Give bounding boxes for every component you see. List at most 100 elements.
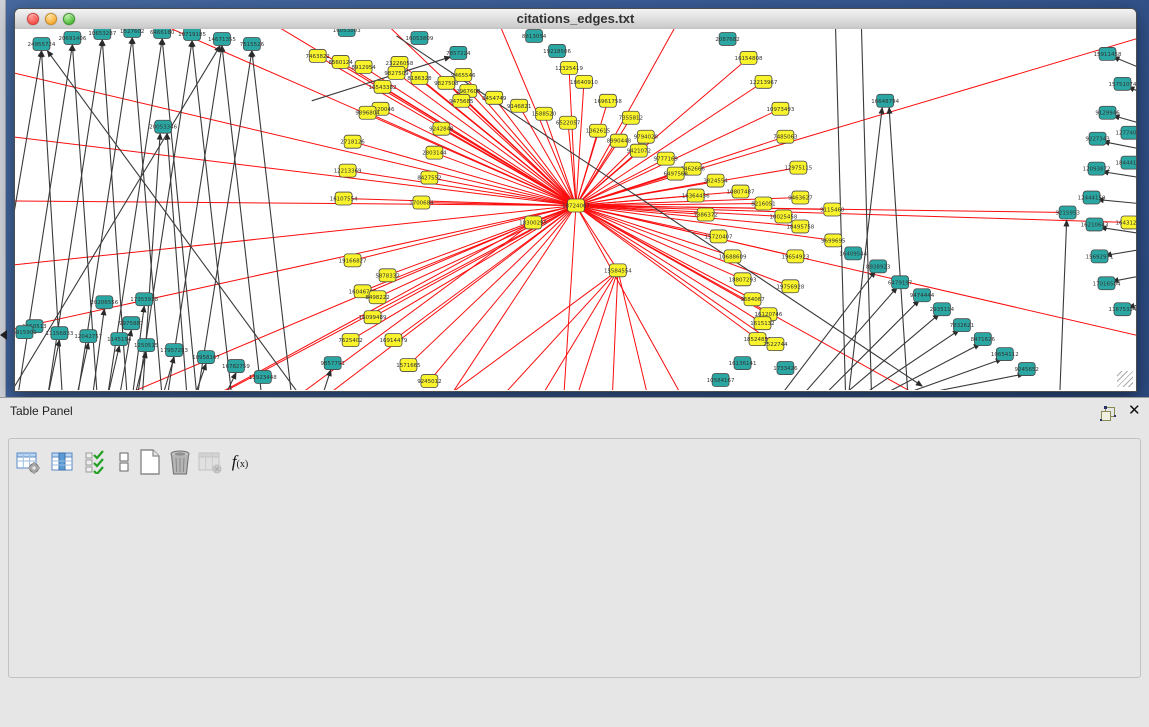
network-node[interactable]: 16543382 [369, 80, 397, 93]
network-node[interactable]: 16364456 [682, 189, 710, 202]
network-node[interactable]: 16914479 [380, 334, 408, 347]
network-node[interactable]: 10584167 [707, 374, 735, 387]
network-node[interactable]: 16154808 [735, 51, 763, 64]
close-icon[interactable]: ✕ [1128, 403, 1141, 419]
network-node[interactable]: 2087682 [715, 32, 739, 45]
network-node[interactable]: 1145194 [107, 333, 132, 346]
network-node[interactable]: 7355812 [619, 111, 643, 124]
network-node[interactable]: 9421072 [627, 144, 651, 157]
network-node[interactable]: 1362615 [586, 124, 610, 137]
network-node[interactable]: 19654923 [781, 250, 809, 263]
network-node[interactable]: 10654112 [991, 348, 1019, 361]
network-node[interactable]: 16409544 [839, 247, 867, 260]
function-builder-icon[interactable]: f(x) [226, 448, 254, 476]
network-node[interactable]: 12923448 [249, 371, 277, 384]
network-node[interactable]: 9857791 [320, 357, 344, 370]
network-node[interactable]: 7515526 [240, 37, 265, 50]
network-node[interactable]: 12213967 [750, 75, 778, 88]
network-node[interactable]: 7463822 [306, 49, 330, 62]
network-node[interactable]: 9245652 [1015, 363, 1039, 376]
float-window-icon[interactable] [1100, 406, 1117, 422]
network-node[interactable]: 9227343 [1085, 132, 1110, 145]
network-node[interactable]: 8454749 [482, 91, 507, 104]
network-node[interactable]: 16782759 [222, 360, 250, 373]
network-node[interactable]: 11675334 [1109, 303, 1136, 316]
network-node[interactable]: 1733426 [773, 362, 798, 375]
network-node[interactable]: 8938923 [866, 260, 891, 273]
network-node[interactable]: 6479197 [888, 276, 913, 289]
network-node[interactable]: 9463627 [788, 191, 813, 204]
network-node[interactable]: 16053809 [406, 31, 434, 44]
resize-grip[interactable] [1117, 371, 1133, 387]
network-node[interactable]: 9129946 [1095, 106, 1120, 119]
network-node[interactable]: 16136141 [729, 357, 757, 370]
network-node[interactable]: 9215953 [1055, 206, 1080, 219]
network-node[interactable]: 16961758 [594, 94, 622, 107]
network-node[interactable]: 16099489 [359, 311, 387, 324]
network-node[interactable]: 24955724 [28, 37, 56, 50]
network-node[interactable]: 2522744 [763, 338, 788, 351]
delete-table-icon[interactable] [166, 448, 194, 476]
network-node[interactable]: 9465546 [451, 68, 476, 81]
network-node[interactable]: 9146821 [507, 99, 531, 112]
column-visibility-icon[interactable] [48, 448, 76, 476]
network-node[interactable]: 8990448 [607, 134, 632, 147]
network-node[interactable]: 1615132 [750, 317, 774, 330]
network-node[interactable]: 5878332 [375, 269, 399, 282]
network-node[interactable]: 16648794 [871, 94, 899, 107]
network-node[interactable]: 8498222 [365, 291, 389, 304]
network-node[interactable]: 2803144 [422, 146, 447, 159]
network-node[interactable]: 16053803 [333, 29, 361, 36]
network-node[interactable]: 9794028 [634, 130, 659, 143]
network-node[interactable]: 8560124 [328, 55, 353, 68]
network-node[interactable]: 10807487 [727, 185, 755, 198]
network-node[interactable]: 20691406 [58, 31, 86, 44]
network-node[interactable]: 10958167 [192, 351, 220, 364]
network-node[interactable]: 9975887 [119, 317, 144, 330]
network-node[interactable]: 9245012 [417, 375, 441, 388]
select-rows-icon[interactable] [82, 448, 110, 476]
network-node[interactable]: 9777169 [654, 152, 679, 165]
network-node[interactable]: 12444159 [1078, 191, 1106, 204]
network-node[interactable]: 12774091 [1116, 126, 1136, 139]
network-node[interactable]: 15692971 [1086, 250, 1114, 263]
network-node[interactable]: 1588520 [532, 107, 557, 120]
network-node[interactable]: 1571665 [396, 359, 420, 372]
network-node[interactable]: 19166827 [339, 254, 367, 267]
network-node[interactable]: 18444176 [1116, 156, 1136, 169]
network-node[interactable]: 6466160 [150, 29, 175, 38]
merge-rows-icon[interactable] [110, 448, 138, 476]
network-node[interactable]: 8912954 [351, 60, 376, 73]
network-node[interactable]: 1250515 [134, 339, 158, 352]
network-node[interactable]: 20053346 [149, 120, 177, 133]
network-node[interactable]: 7857224 [446, 46, 471, 59]
network-node[interactable]: 12213369 [334, 164, 362, 177]
network-node[interactable]: 7625402 [338, 334, 362, 347]
network-node[interactable]: 17016504 [1093, 277, 1121, 290]
network-node[interactable]: 8186328 [407, 71, 432, 84]
network-node[interactable]: 8813054 [522, 29, 547, 42]
network-node[interactable]: 12325419 [555, 61, 583, 74]
network-node[interactable]: 10719185 [178, 29, 206, 40]
network-node[interactable]: 2718126 [340, 135, 365, 148]
network-node[interactable]: 12042757 [74, 330, 102, 343]
panel-collapse-arrow-icon[interactable] [0, 330, 7, 340]
network-node[interactable]: 8216051 [751, 197, 775, 210]
network-node[interactable]: 16210643 [1081, 218, 1109, 231]
network-node[interactable]: 2935114 [930, 303, 955, 316]
network-node[interactable]: 12975115 [784, 161, 812, 174]
network-node[interactable]: 9684067 [740, 293, 765, 306]
network-node[interactable]: 14671355 [208, 32, 236, 45]
network-node[interactable]: 19756928 [776, 280, 804, 293]
network-node[interactable]: 15584554 [604, 264, 632, 277]
network-node[interactable]: 9475685 [449, 94, 473, 107]
network-node[interactable]: 12093872 [1083, 162, 1111, 175]
network-node[interactable]: 10653287 [88, 29, 116, 39]
network-node[interactable]: 7386372 [693, 208, 717, 221]
network-node[interactable]: 8471626 [971, 333, 996, 346]
network-node[interactable]: 3824554 [703, 174, 728, 187]
network-node[interactable]: 1527602 [120, 29, 144, 37]
network-node[interactable]: 7832621 [950, 319, 974, 332]
network-node[interactable]: 9474444 [910, 289, 935, 302]
network-window-titlebar[interactable]: citations_edges.txt [15, 9, 1136, 30]
